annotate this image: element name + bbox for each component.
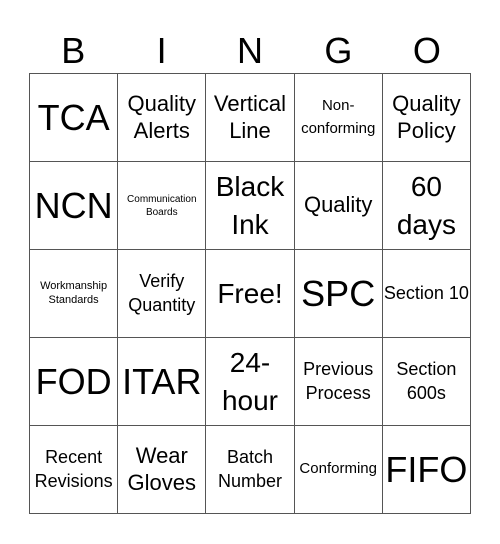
cell-text: Conforming <box>299 460 377 478</box>
bingo-card-grid: TCA Quality Alerts Vertical Line Non-con… <box>29 73 471 514</box>
bingo-cell[interactable]: FIFO <box>382 426 471 514</box>
bingo-cell[interactable]: 24-hour <box>206 338 295 426</box>
bingo-cell[interactable]: TCA <box>30 74 119 162</box>
bingo-cell[interactable]: Batch Number <box>206 426 295 514</box>
bingo-cell[interactable]: Conforming <box>294 426 383 514</box>
bingo-cell[interactable]: Black Ink <box>206 162 295 250</box>
bingo-cell[interactable]: Vertical Line <box>206 74 295 162</box>
bingo-cell[interactable]: SPC <box>294 250 383 338</box>
cell-text: SPC <box>301 272 376 314</box>
bingo-cell[interactable]: Wear Gloves <box>118 426 207 514</box>
cell-text: Batch Number <box>217 447 282 491</box>
bingo-cell[interactable]: Quality Policy <box>382 74 471 162</box>
header-letter-g: G <box>324 30 353 71</box>
cell-text: Vertical Line <box>213 91 287 143</box>
bingo-cell[interactable]: FOD <box>30 338 119 426</box>
cell-text: NCN <box>34 184 113 226</box>
bingo-cell[interactable]: Communication Boards <box>118 162 207 250</box>
cell-text: TCA <box>37 96 110 138</box>
bingo-cell[interactable]: Recent Revisions <box>30 426 119 514</box>
cell-text: 24-hour <box>221 346 279 416</box>
header-letter-o: O <box>412 30 441 71</box>
cell-text: Black Ink <box>215 170 285 240</box>
cell-text: FOD <box>35 360 112 402</box>
cell-text: 60 days <box>396 170 456 240</box>
cell-text: Previous Process <box>303 359 374 403</box>
cell-text: Communication Boards <box>127 193 197 218</box>
header-letter-n: N <box>237 30 264 71</box>
cell-text: Workmanship Standards <box>40 280 108 306</box>
bingo-cell[interactable]: Verify Quantity <box>118 250 207 338</box>
cell-text: Non-conforming <box>301 97 376 137</box>
header-letter-i: I <box>156 30 167 71</box>
cell-text: ITAR <box>122 360 202 402</box>
bingo-cell[interactable]: Previous Process <box>294 338 383 426</box>
bingo-cell[interactable]: ITAR <box>118 338 207 426</box>
cell-text: Quality Policy <box>392 91 461 143</box>
bingo-cell[interactable]: Section 600s <box>382 338 471 426</box>
cell-text: Verify Quantity <box>128 271 196 315</box>
bingo-cell[interactable]: Workmanship Standards <box>30 250 119 338</box>
cell-text: Section 10 <box>383 282 469 303</box>
header-letter-b: B <box>61 30 86 71</box>
cell-text: Recent Revisions <box>34 447 113 491</box>
cell-text: Wear Gloves <box>127 443 197 495</box>
bingo-cell[interactable]: Non-conforming <box>294 74 383 162</box>
free-space-cell[interactable]: Free! <box>206 250 295 338</box>
cell-text: Free! <box>217 277 283 309</box>
bingo-cell[interactable]: NCN <box>30 162 119 250</box>
cell-text: FIFO <box>385 448 468 490</box>
cell-text: Quality Alerts <box>127 91 197 143</box>
cell-text: Quality <box>303 192 373 218</box>
bingo-cell[interactable]: Quality Alerts <box>118 74 207 162</box>
bingo-cell[interactable]: 60 days <box>382 162 471 250</box>
bingo-cell[interactable]: Quality <box>294 162 383 250</box>
cell-text: Section 600s <box>396 359 457 403</box>
bingo-header: B I N G O <box>29 28 471 73</box>
bingo-cell[interactable]: Section 10 <box>382 250 471 338</box>
